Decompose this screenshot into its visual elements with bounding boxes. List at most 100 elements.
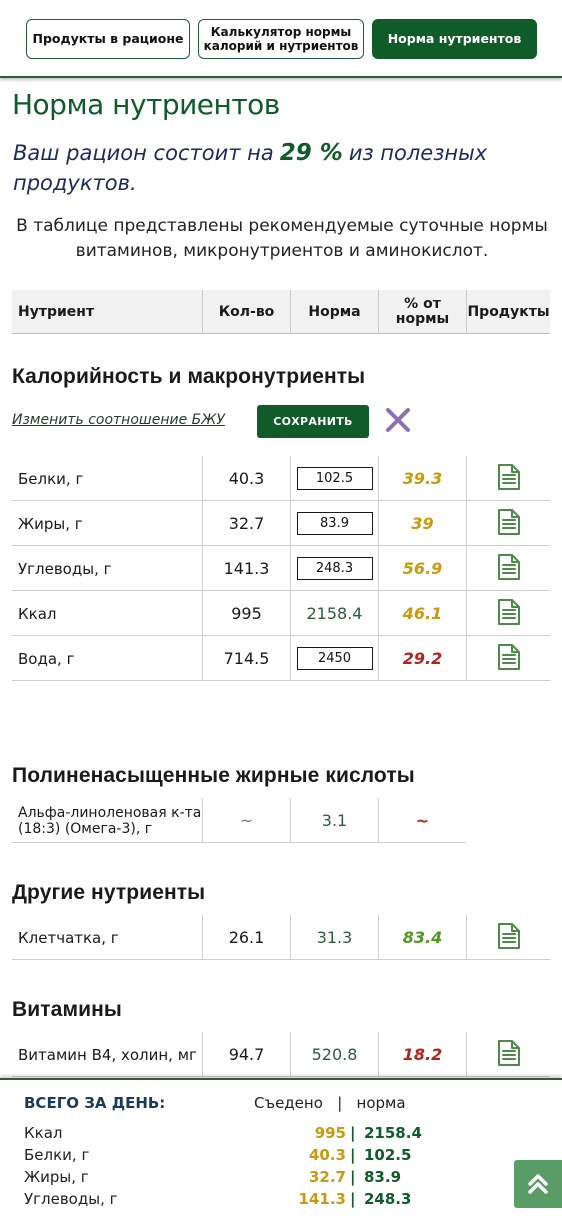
header-percent: % от нормы (378, 290, 466, 334)
document-list-icon[interactable] (497, 598, 521, 630)
intro-prefix: Ваш рацион состоит на (13, 141, 274, 165)
norm-percent: 29.2 (378, 636, 466, 681)
section-title-pufa: Полиненасыщенные жирные кислоты (12, 764, 415, 787)
total-row: Ккал 995 | 2158.4 (24, 1124, 424, 1145)
daily-total-title: ВСЕГО ЗА ДЕНЬ: (24, 1094, 166, 1112)
header-products: Продукты (466, 290, 550, 334)
products-cell (466, 915, 550, 960)
total-label: Белки, г (24, 1146, 90, 1164)
tab-products-in-diet[interactable]: Продукты в рационе (26, 19, 190, 59)
table-row: Жиры, г 32.7 83.9 39 (12, 501, 550, 546)
norm-percent: 46.1 (378, 591, 466, 636)
close-icon[interactable] (384, 406, 412, 434)
section-title-other: Другие нутриенты (12, 881, 206, 904)
nutrient-name: Альфа-линоленовая к-та (18:3) (Омега-3),… (18, 804, 202, 837)
page-title: Норма нутриентов (12, 88, 280, 121)
products-cell (466, 1032, 550, 1077)
total-norm: 102.5 (364, 1146, 412, 1164)
norm-percent: 83.4 (378, 915, 466, 960)
norm-input[interactable]: 2450 (296, 647, 373, 670)
nutrient-name: Углеводы, г (18, 559, 112, 578)
nutrient-name: Витамин В4, холин, мг (18, 1045, 197, 1064)
total-norm: 83.9 (364, 1168, 402, 1186)
total-row: Жиры, г 32.7 | 83.9 (24, 1168, 424, 1189)
norm-cell: 83.9 (290, 501, 378, 546)
daily-total-panel: ВСЕГО ЗА ДЕНЬ: Съедено | норма Ккал 995 … (0, 1078, 562, 1218)
total-label: Жиры, г (24, 1168, 89, 1186)
nutrient-amount: ~ (202, 798, 290, 843)
nutrient-amount: 32.7 (202, 501, 290, 546)
nutrient-amount: 26.1 (202, 915, 290, 960)
norm-percent: 39 (378, 501, 466, 546)
document-list-icon[interactable] (497, 463, 521, 495)
healthy-percent: 29 % (279, 140, 343, 166)
section-title-vitamins: Витамины (12, 998, 122, 1021)
nutrient-name: Клетчатка, г (18, 928, 119, 947)
header-nutrient: Нутриент (18, 303, 95, 320)
document-list-icon[interactable] (497, 643, 521, 675)
norm-cell: 2450 (290, 636, 378, 681)
document-list-icon[interactable] (497, 508, 521, 540)
total-eaten: 995 (314, 1124, 346, 1142)
save-button[interactable]: СОХРАНИТЬ (257, 405, 369, 438)
tab-nutrient-norm[interactable]: Норма нутриентов (372, 19, 537, 59)
document-list-icon[interactable] (497, 922, 521, 954)
products-cell (466, 546, 550, 591)
norm-cell: 248.3 (290, 546, 378, 591)
total-row: Углеводы, г 141.3 | 248.3 (24, 1190, 424, 1211)
total-separator: | (350, 1190, 356, 1208)
norm-percent: ~ (378, 798, 466, 843)
double-chevron-up-icon (528, 1174, 548, 1194)
daily-total-header: Съедено | норма (254, 1094, 406, 1112)
section-title-macro: Калорийность и макронутриенты (12, 365, 366, 388)
scroll-up-button[interactable] (514, 1160, 562, 1208)
total-eaten: 141.3 (298, 1190, 346, 1208)
top-nav: Продукты в рационе Калькулятор нормы кал… (0, 0, 562, 78)
table-row: Ккал 995 2158.4 46.1 (12, 591, 550, 636)
tab-calorie-calculator[interactable]: Калькулятор нормы калорий и нутриентов (198, 19, 364, 59)
norm-input[interactable]: 248.3 (296, 557, 373, 580)
norm-input[interactable]: 83.9 (296, 512, 373, 535)
norm-value: 2158.4 (290, 591, 378, 636)
nutrient-amount: 40.3 (202, 456, 290, 501)
nutrient-amount: 94.7 (202, 1032, 290, 1077)
document-list-icon[interactable] (497, 1039, 521, 1071)
total-eaten: 40.3 (308, 1146, 346, 1164)
nutrient-amount: 141.3 (202, 546, 290, 591)
norm-value: 520.8 (290, 1032, 378, 1077)
total-separator: | (350, 1124, 356, 1142)
norm-percent: 39.3 (378, 456, 466, 501)
nutrient-amount: 995 (202, 591, 290, 636)
table-row: Клетчатка, г 26.1 31.3 83.4 (12, 915, 550, 960)
norm-cell: 102.5 (290, 456, 378, 501)
table-row: Витамин В4, холин, мг 94.7 520.8 18.2 (12, 1032, 550, 1077)
total-eaten: 32.7 (308, 1168, 346, 1186)
nutrient-name: Вода, г (18, 649, 75, 668)
table-row: Белки, г 40.3 102.5 39.3 (12, 456, 550, 501)
table-row: Углеводы, г 141.3 248.3 56.9 (12, 546, 550, 591)
header-amount: Кол-во (202, 290, 290, 334)
diet-summary-text: Ваш рацион состоит на 29 % из полезных про… (13, 138, 553, 198)
products-cell (466, 636, 550, 681)
products-cell (466, 456, 550, 501)
nutrient-name: Белки, г (18, 469, 84, 488)
norm-percent: 18.2 (378, 1032, 466, 1077)
norm-value: 3.1 (290, 798, 378, 843)
document-list-icon[interactable] (497, 553, 521, 585)
table-description: В таблице представлены рекомендуемые сут… (16, 216, 548, 261)
table-row: Альфа-линоленовая к-та (18:3) (Омега-3),… (12, 798, 466, 843)
total-label: Углеводы, г (24, 1190, 118, 1208)
change-bju-link[interactable]: Изменить соотношение БЖУ (12, 412, 225, 428)
nutrient-name: Жиры, г (18, 514, 83, 533)
header-norm: Норма (290, 290, 378, 334)
total-row: Белки, г 40.3 | 102.5 (24, 1146, 424, 1167)
total-separator: | (350, 1146, 356, 1164)
products-cell (466, 501, 550, 546)
total-separator: | (350, 1168, 356, 1186)
norm-input[interactable]: 102.5 (296, 467, 373, 490)
products-cell (466, 591, 550, 636)
table-row: Вода, г 714.5 2450 29.2 (12, 636, 550, 681)
total-norm: 2158.4 (364, 1124, 422, 1142)
nutrient-name: Ккал (18, 604, 57, 623)
table-header: Нутриент Кол-во Норма % от нормы Продукт… (12, 290, 550, 334)
